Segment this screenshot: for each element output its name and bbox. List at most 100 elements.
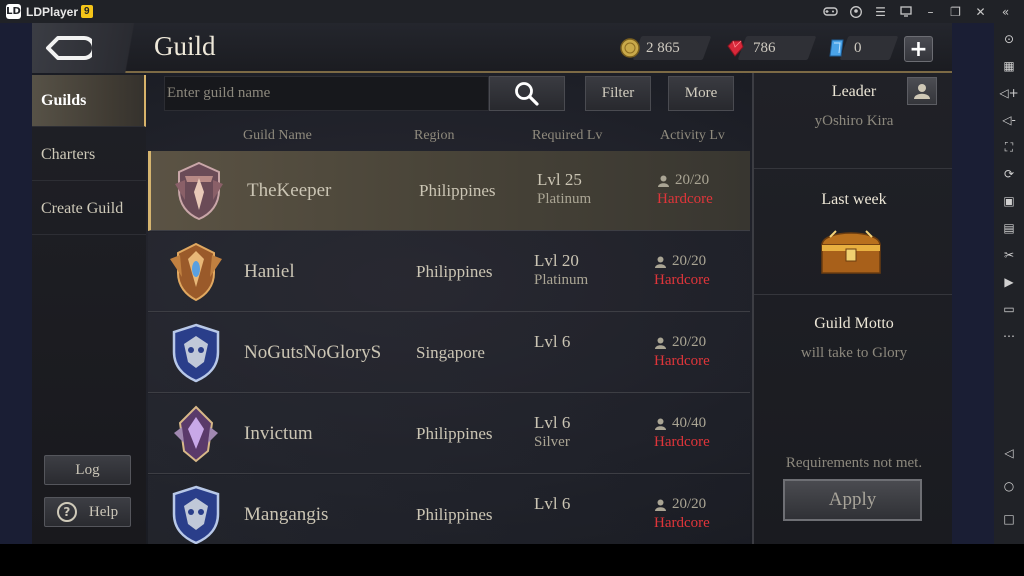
guild-name: NoGutsNoGloryS	[244, 342, 382, 363]
guild-region: Singapore	[416, 343, 485, 362]
guild-members: 20/20	[654, 496, 706, 513]
voucher-icon	[829, 39, 844, 57]
guild-required-level: Lvl 25	[537, 170, 582, 189]
guild-activity: Hardcore	[654, 515, 710, 531]
more-icon[interactable]: ⋯	[994, 325, 1024, 347]
left-border	[0, 23, 32, 544]
close-icon[interactable]: ✕	[968, 0, 993, 23]
members-icon	[655, 499, 666, 511]
guild-members: 20/20	[657, 172, 709, 189]
account-icon[interactable]	[843, 0, 868, 23]
blue-owl-emblem-icon	[172, 485, 220, 544]
add-currency-button[interactable]: +	[904, 36, 933, 62]
scissors-icon[interactable]: ✂	[994, 244, 1024, 266]
target-icon[interactable]: ⊙	[994, 28, 1024, 50]
requirement-note: Requirements not met.	[785, 455, 923, 471]
more-button[interactable]: More	[668, 76, 734, 111]
minimize-icon[interactable]: –	[918, 0, 943, 23]
leader-profile-button[interactable]	[907, 77, 937, 105]
guild-members: 40/40	[654, 415, 706, 432]
filter-button[interactable]: Filter	[585, 76, 651, 111]
person-icon	[914, 84, 930, 99]
back-nav-icon[interactable]: ◁	[994, 442, 1024, 464]
restore-icon[interactable]: ❐	[943, 0, 968, 23]
search-icon	[515, 81, 539, 106]
right-border	[952, 23, 994, 544]
recent-nav-icon[interactable]: □	[994, 508, 1024, 530]
guild-region: Philippines	[416, 424, 493, 443]
back-button[interactable]	[32, 23, 150, 73]
table-row[interactable]: Invictum Philippines Lvl 6 Silver 40/40 …	[148, 394, 750, 474]
apk-icon[interactable]: ▤	[994, 217, 1024, 239]
notes-icon[interactable]: ▭	[994, 298, 1024, 320]
guild-region: Philippines	[419, 181, 496, 200]
page-title: Guild	[154, 31, 216, 61]
table-row[interactable]: Haniel Philippines Lvl 20 Platinum 20/20…	[148, 232, 750, 312]
header-bar: Guild 2 865 786 0 +	[32, 23, 952, 73]
column-header-required: Required Lv	[532, 128, 603, 143]
guild-activity: Hardcore	[654, 434, 710, 450]
member-count: 20/20	[672, 496, 707, 512]
help-icon: ?	[56, 502, 77, 522]
screenshot-icon[interactable]: ▣	[994, 190, 1024, 212]
volume-up-icon[interactable]: ◁+	[994, 82, 1024, 104]
members-icon	[655, 256, 666, 268]
member-count: 20/20	[672, 334, 707, 350]
help-button[interactable]: ? Help	[44, 497, 131, 527]
search-button[interactable]	[489, 76, 565, 111]
column-header-name: Guild Name	[243, 128, 312, 143]
guild-activity: Hardcore	[654, 272, 710, 288]
guild-region: Philippines	[416, 262, 493, 281]
menu-icon[interactable]: ☰	[868, 0, 893, 23]
back-arrow-icon	[46, 36, 92, 60]
purple-crest-emblem-icon	[174, 405, 218, 463]
leader-name: yOshiro Kira	[814, 113, 894, 129]
nav-item-guilds[interactable]: Guilds	[32, 75, 146, 127]
app-name: LDPlayer	[26, 4, 79, 19]
guild-members: 20/20	[654, 253, 706, 270]
guild-detail-panel: Leader yOshiro Kira Last week Guild Mott…	[752, 73, 952, 544]
gold-counter: 2 865	[620, 35, 680, 61]
column-header-region: Region	[414, 128, 455, 143]
guild-required-tier: Platinum	[537, 191, 592, 207]
diamond-icon	[727, 40, 744, 57]
volume-down-icon[interactable]: ◁-	[994, 109, 1024, 131]
log-button[interactable]: Log	[44, 455, 131, 485]
emulator-title-bar: LD LDPlayer 9 ☰ – ❐ ✕ «	[0, 0, 1024, 23]
guild-required-level: Lvl 6	[534, 413, 571, 432]
guild-required-level: Lvl 6	[534, 332, 571, 351]
version-badge: 9	[81, 5, 93, 18]
motto-label: Guild Motto	[814, 315, 894, 332]
guild-search-input[interactable]	[164, 76, 489, 111]
table-row[interactable]: Mangangis Philippines Lvl 6 20/20 Hardco…	[148, 475, 750, 544]
left-nav: Guilds Charters Create Guild Log ? Help	[32, 75, 146, 544]
gamepad-icon[interactable]	[818, 0, 843, 23]
fullscreen-icon[interactable]: ⛶	[994, 136, 1024, 158]
member-count: 20/20	[675, 172, 710, 188]
guild-name: Mangangis	[244, 504, 329, 525]
last-week-label: Last week	[821, 191, 887, 208]
voucher-counter: 0	[828, 35, 862, 61]
nav-item-charters[interactable]: Charters	[32, 129, 146, 181]
help-label: Help	[88, 503, 119, 520]
member-count: 40/40	[672, 415, 707, 431]
column-header-activity: Activity Lv	[660, 128, 725, 143]
rotate-icon[interactable]: ⟳	[994, 163, 1024, 185]
keyboard-icon[interactable]: ▦	[994, 55, 1024, 77]
screen-icon[interactable]	[893, 0, 918, 23]
emulator-toolbar: ⊙ ▦ ◁+ ◁- ⛶ ⟳ ▣ ▤ ✂ ▶ ▭ ⋯ ◁ ○ □	[994, 23, 1024, 544]
guild-screen: Guild 2 865 786 0 + Guilds Charters Crea…	[32, 23, 952, 544]
apply-button[interactable]: Apply	[783, 479, 922, 521]
table-row[interactable]: NoGutsNoGloryS Singapore Lvl 6 20/20 Har…	[148, 313, 750, 393]
video-icon[interactable]: ▶	[994, 271, 1024, 293]
member-count: 20/20	[672, 253, 707, 269]
nav-item-create-guild[interactable]: Create Guild	[32, 183, 146, 235]
ldplayer-logo-icon: LD	[6, 4, 21, 19]
treasure-chest-icon	[821, 230, 881, 274]
collapse-icon[interactable]: «	[993, 0, 1018, 23]
last-week-section: Last week	[754, 171, 952, 295]
home-nav-icon[interactable]: ○	[994, 475, 1024, 497]
guild-name: Haniel	[244, 261, 295, 282]
bottom-bar	[0, 544, 1024, 576]
table-row[interactable]: TheKeeper Philippines Lvl 25 Platinum 20…	[148, 151, 750, 231]
